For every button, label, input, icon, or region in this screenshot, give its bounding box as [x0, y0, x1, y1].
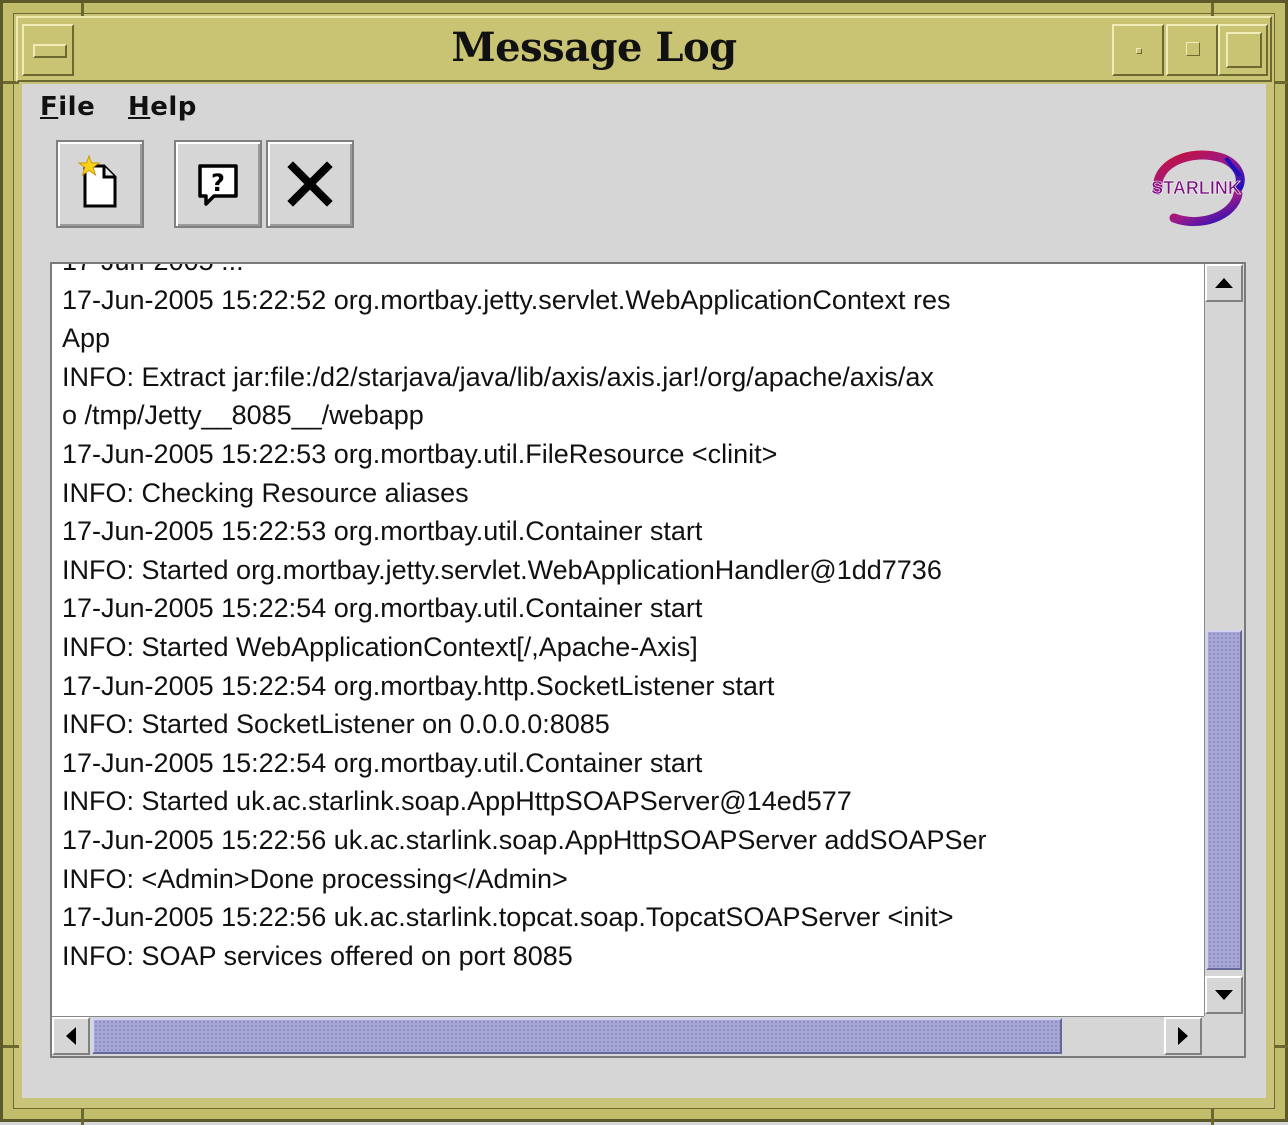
window-title: Message Log [451, 24, 737, 71]
log-line: 17-Jun-2005 15:22:56 uk.ac.starlink.soap… [62, 824, 987, 855]
log-line: INFO: Started SocketListener on 0.0.0.0:… [62, 709, 610, 740]
log-line: INFO: Started WebApplicationContext[/,Ap… [62, 631, 698, 662]
window-menu-icon [33, 44, 67, 58]
menu-help-label: elp [150, 92, 197, 122]
chevron-down-icon [1215, 990, 1233, 1000]
log-viewport[interactable]: 17-Jun-2005 ... 17-Jun-2005 15:22:52 org… [52, 264, 1204, 1016]
log-line: 17-Jun-2005 15:22:53 org.mortbay.util.Co… [62, 516, 703, 547]
horizontal-scrollbar[interactable] [52, 1016, 1204, 1056]
chevron-right-icon [1178, 1027, 1188, 1045]
new-window-button[interactable] [56, 140, 144, 228]
window-content: File Help ? STARLINK 17-Jun-2005 15:22:5… [22, 84, 1266, 1098]
logo-text: STARLINK [1151, 178, 1241, 198]
frame-resize-tick[interactable] [1211, 1109, 1214, 1125]
scroll-left-button[interactable] [52, 1017, 90, 1055]
log-line: o /tmp/Jetty__8085__/webapp [62, 400, 424, 431]
scroll-right-button[interactable] [1164, 1017, 1202, 1055]
frame-resize-tick[interactable] [3, 1045, 19, 1048]
log-line: 17-Jun-2005 15:22:56 uk.ac.starlink.topc… [62, 902, 954, 933]
scroll-down-button[interactable] [1205, 976, 1243, 1014]
log-line: 17-Jun-2005 15:22:54 org.mortbay.http.So… [62, 670, 775, 701]
chevron-left-icon [66, 1027, 76, 1045]
help-button[interactable]: ? [174, 140, 262, 228]
log-line: 17-Jun-2005 15:22:54 org.mortbay.util.Co… [62, 593, 703, 624]
log-line: 17-Jun-2005 15:22:53 org.mortbay.util.Fi… [62, 438, 778, 469]
menu-file-mnemonic: F [40, 92, 59, 122]
menu-help[interactable]: Help [128, 92, 197, 122]
log-line: INFO: Started org.mortbay.jetty.servlet.… [62, 554, 942, 585]
scroll-up-button[interactable] [1205, 264, 1243, 302]
window-menu-button[interactable] [22, 24, 74, 76]
log-text-area[interactable]: 17-Jun-2005 ... 17-Jun-2005 15:22:52 org… [62, 264, 987, 975]
new-page-icon [77, 154, 117, 208]
maximize-button[interactable] [1166, 24, 1218, 76]
title-bar[interactable]: Message Log [16, 16, 1272, 82]
log-line: App [62, 323, 111, 354]
log-line: 17-Jun-2005 15:22:54 org.mortbay.util.Co… [62, 747, 703, 778]
scroll-corner [1204, 1016, 1244, 1056]
log-line: INFO: Extract jar:file:/d2/starjava/java… [62, 361, 934, 392]
frame-resize-tick[interactable] [1275, 1045, 1288, 1048]
vertical-scrollbar[interactable] [1204, 264, 1244, 1016]
close-icon [287, 161, 333, 207]
log-line: INFO: <Admin>Done processing</Admin> [62, 863, 568, 894]
log-line-clipped: 17-Jun-2005 ... [62, 264, 987, 281]
chevron-up-icon [1215, 278, 1233, 288]
horizontal-scroll-thumb[interactable] [92, 1018, 1062, 1054]
log-line: 17-Jun-2005 15:22:52 org.mortbay.jetty.s… [62, 284, 951, 315]
minimize-icon [1136, 48, 1142, 54]
menu-file[interactable]: File [40, 92, 95, 122]
menu-bar: File Help [22, 84, 1266, 130]
log-line: INFO: Checking Resource aliases [62, 477, 469, 508]
log-line: INFO: SOAP services offered on port 8085 [62, 940, 573, 971]
log-scroll-pane[interactable]: 17-Jun-2005 ... 17-Jun-2005 15:22:52 org… [50, 262, 1246, 1058]
window-close-icon [1226, 32, 1262, 68]
menu-help-mnemonic: H [128, 92, 151, 122]
svg-text:?: ? [211, 169, 225, 197]
starlink-logo: STARLINK [1140, 142, 1250, 234]
log-line: INFO: Started uk.ac.starlink.soap.AppHtt… [62, 786, 852, 817]
help-icon: ? [198, 164, 238, 206]
frame-resize-tick[interactable] [1275, 81, 1288, 84]
menu-file-label: ile [58, 92, 96, 122]
vertical-scroll-thumb[interactable] [1206, 630, 1242, 970]
close-button[interactable] [266, 140, 354, 228]
minimize-button[interactable] [1112, 24, 1164, 76]
window-close-button[interactable] [1218, 24, 1268, 76]
frame-resize-tick[interactable] [81, 1109, 84, 1125]
starlink-logo-icon: STARLINK [1151, 150, 1245, 226]
maximize-icon [1186, 42, 1200, 56]
